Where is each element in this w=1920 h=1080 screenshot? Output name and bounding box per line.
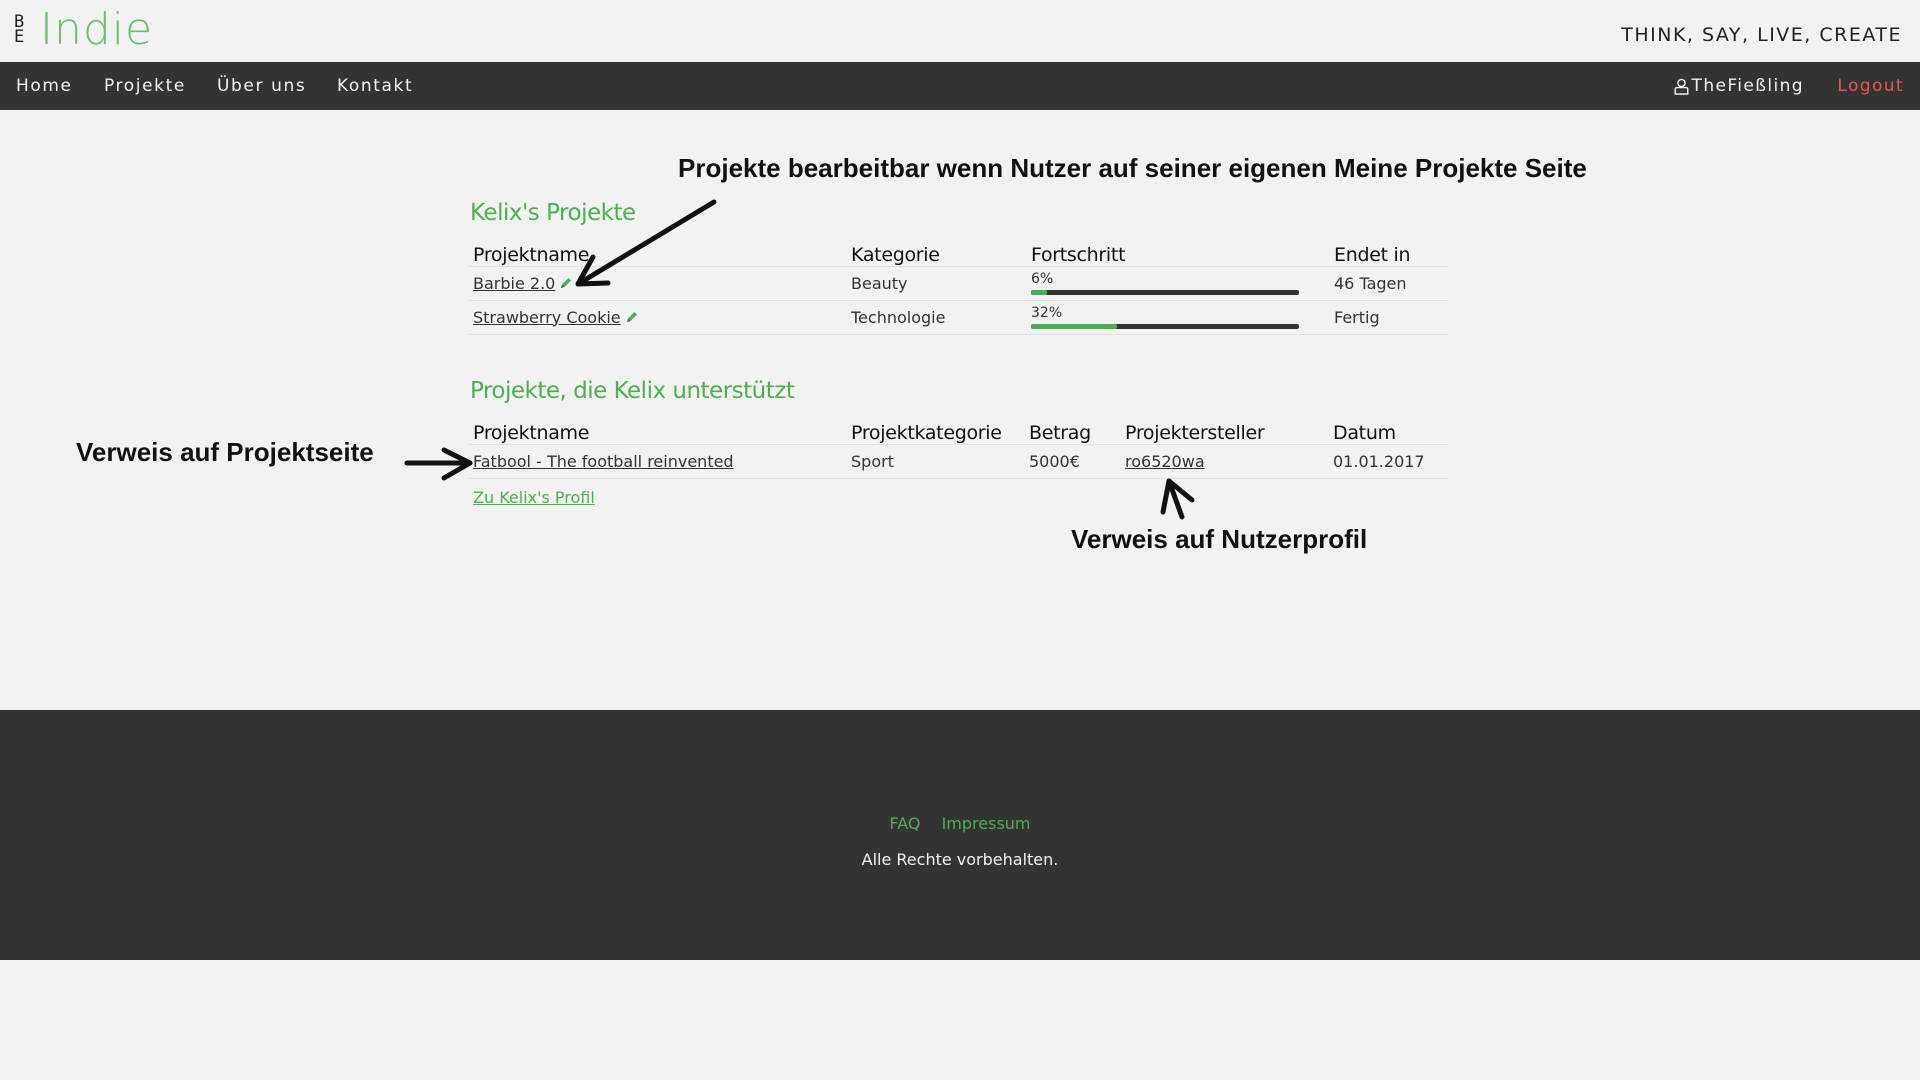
supported-projects-table: Projektname Projektkategorie Betrag Proj… — [469, 416, 1449, 479]
project-name-cell: Barbie 2.0 — [469, 266, 847, 301]
table-header-row: Projektname Projektkategorie Betrag Proj… — [469, 416, 1449, 445]
table-row: Strawberry Cookie Technologie 32% Fertig — [469, 300, 1449, 335]
project-name-cell: Fatbool - The football reinvented — [469, 444, 847, 479]
column-header: Datum — [1333, 422, 1396, 444]
column-header: Projektname — [473, 422, 590, 444]
project-link[interactable]: Fatbool - The football reinvented — [473, 452, 734, 471]
column-header: Fortschritt — [1031, 244, 1126, 266]
pencil-icon[interactable] — [559, 275, 573, 294]
user-icon — [1674, 78, 1689, 95]
logo-mark-bottom: E — [14, 27, 24, 47]
own-projects-table: Projektname Kategorie Fortschritt Endet … — [469, 238, 1449, 335]
progress-fill — [1031, 323, 1117, 329]
nav-projekte[interactable]: Projekte — [104, 76, 186, 96]
table-row: Fatbool - The football reinvented Sport … — [469, 444, 1449, 479]
column-header: Projektkategorie — [851, 422, 1002, 444]
logo-mark: B E — [14, 13, 38, 47]
annotation-edit-note: Projekte bearbeitbar wenn Nutzer auf sei… — [678, 153, 1587, 183]
logout-link[interactable]: Logout — [1837, 76, 1904, 96]
project-name-cell: Strawberry Cookie — [469, 300, 847, 335]
footer-copyright: Alle Rechte vorbehalten. — [861, 850, 1059, 869]
nav-user-label: TheFießling — [1691, 76, 1804, 96]
arrow-to-project-link — [404, 447, 473, 481]
progress-track — [1031, 323, 1299, 329]
project-link[interactable]: Strawberry Cookie — [473, 308, 621, 327]
footer-impressum-link[interactable]: Impressum — [942, 814, 1031, 833]
logo-text: Indie — [40, 4, 154, 55]
column-header: Projektersteller — [1125, 422, 1265, 444]
annotation-project-link-note: Verweis auf Projektseite — [76, 437, 374, 467]
progress-cell: 32% — [1027, 300, 1330, 335]
column-header: Betrag — [1029, 422, 1091, 444]
creator-cell: ro6520wa — [1121, 444, 1329, 479]
tagline: THINK, SAY, LIVE, CREATE — [1621, 24, 1902, 46]
category-cell: Technologie — [847, 300, 1027, 335]
table-row: Barbie 2.0 Beauty 6% 46 Tagen — [469, 266, 1449, 301]
footer-links: FAQ Impressum — [0, 814, 1920, 833]
site-footer: FAQ Impressum Alle Rechte vorbehalten. — [0, 710, 1920, 960]
arrow-to-creator-link — [1160, 478, 1195, 520]
progress-fill — [1031, 289, 1048, 295]
ends-cell: 46 Tagen — [1330, 266, 1449, 301]
column-header: Projektname — [473, 244, 590, 266]
column-header: Endet in — [1334, 244, 1411, 266]
amount-cell: 5000€ — [1025, 444, 1121, 479]
nav-kontakt[interactable]: Kontakt — [337, 76, 413, 96]
nav-home[interactable]: Home — [16, 76, 73, 96]
main-nav: Home Projekte Über uns Kontakt TheFießli… — [0, 62, 1920, 110]
nav-ueber-uns[interactable]: Über uns — [217, 76, 306, 96]
column-header: Kategorie — [851, 244, 940, 266]
annotation-profile-link-note: Verweis auf Nutzerprofil — [1071, 524, 1368, 554]
progress-label: 6% — [1031, 270, 1054, 287]
project-link[interactable]: Barbie 2.0 — [473, 274, 555, 293]
footer-faq-link[interactable]: FAQ — [889, 814, 920, 833]
category-cell: Sport — [847, 444, 1025, 479]
category-cell: Beauty — [847, 266, 1027, 301]
site-header: B E Indie THINK, SAY, LIVE, CREATE — [0, 0, 1920, 62]
progress-cell: 6% — [1027, 266, 1330, 301]
table-header-row: Projektname Kategorie Fortschritt Endet … — [469, 238, 1449, 267]
supported-projects-title: Projekte, die Kelix unterstützt — [470, 378, 795, 404]
pencil-icon[interactable] — [625, 309, 639, 328]
progress-label: 32% — [1031, 304, 1063, 321]
progress-bar: 6% — [1031, 270, 1299, 295]
site-logo[interactable]: B E Indie — [14, 8, 153, 52]
profile-link[interactable]: Zu Kelix's Profil — [473, 488, 595, 507]
progress-track — [1031, 289, 1299, 295]
date-cell: 01.01.2017 — [1329, 444, 1449, 479]
creator-profile-link[interactable]: ro6520wa — [1125, 452, 1205, 471]
progress-bar: 32% — [1031, 304, 1299, 329]
own-projects-title: Kelix's Projekte — [470, 200, 636, 226]
ends-cell: Fertig — [1330, 300, 1449, 335]
nav-user[interactable]: TheFießling — [1674, 76, 1804, 96]
